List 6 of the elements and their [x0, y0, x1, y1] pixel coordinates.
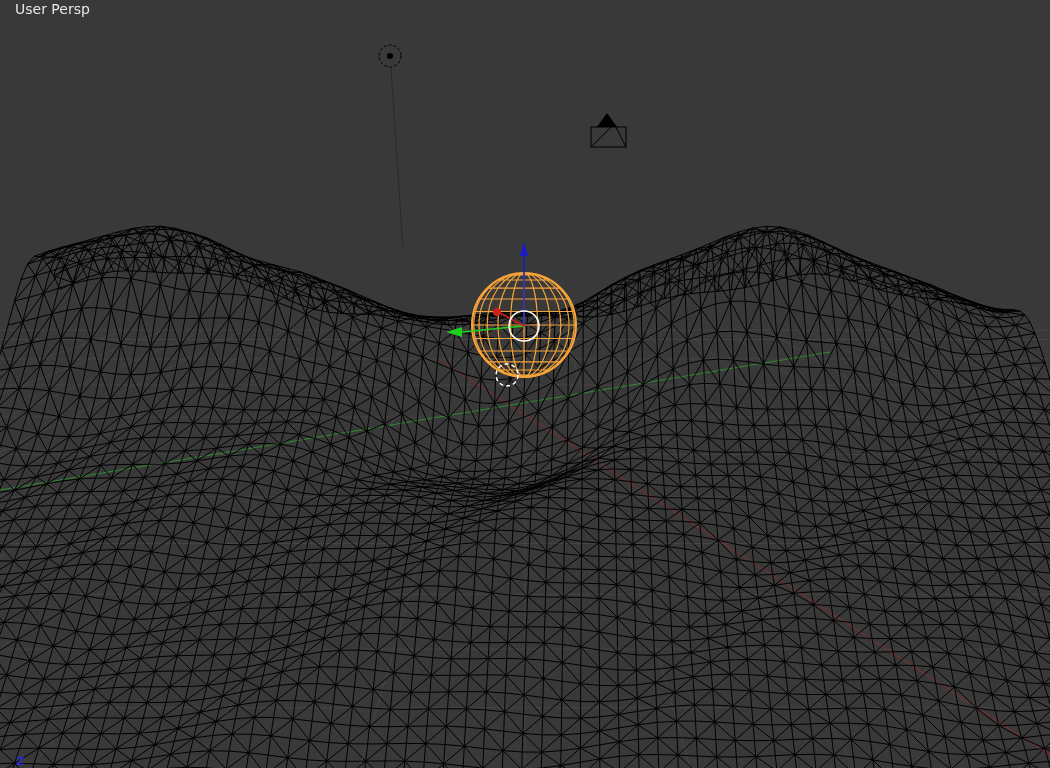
view-label: User Persp: [15, 1, 90, 17]
axis-label: Z: [16, 756, 24, 767]
camera-icon: [590, 113, 627, 148]
3d-cursor-icon: [495, 363, 519, 387]
lamp-icon: [378, 44, 404, 251]
3d-viewport[interactable]: User Persp Z: [0, 0, 1050, 768]
